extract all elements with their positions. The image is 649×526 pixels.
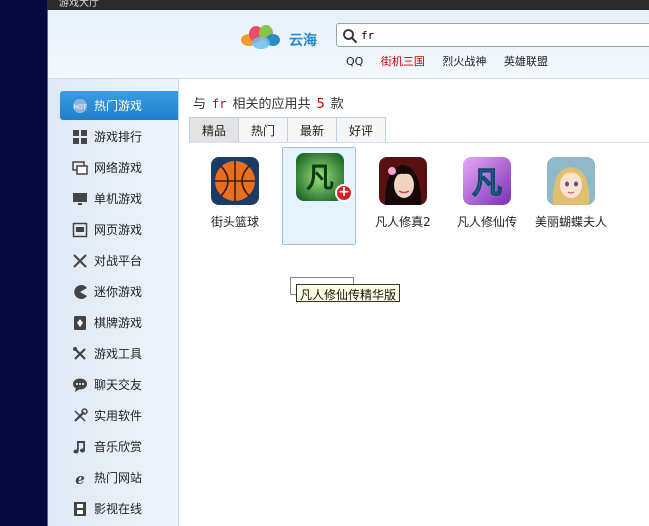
tools-icon <box>72 346 88 362</box>
result-keyword: fr <box>212 97 227 111</box>
ie-icon: e <box>72 470 88 486</box>
sidebar-item-movies-online[interactable]: 影视在线 <box>60 494 178 523</box>
app-name: 凡人修真2 <box>375 215 431 229</box>
app-window: 云海 QQ 街机三国 烈火战神 英雄联盟 HOT 热门游戏 游戏排行 网络游戏 <box>47 10 649 526</box>
sidebar-item-mini-games[interactable]: 迷你游戏 <box>60 277 178 306</box>
sidebar-item-label: 影视在线 <box>94 502 143 516</box>
sidebar-item-label: 音乐欣赏 <box>94 440 143 454</box>
sidebar-item-single-games[interactable]: 单机游戏 <box>60 184 178 213</box>
app-item-fanren-xiuzhen2[interactable]: 凡人修真2 <box>366 151 440 249</box>
window-titlebar[interactable]: 游戏大厅 <box>47 0 649 10</box>
music-icon <box>72 439 88 455</box>
cards-icon <box>72 315 88 331</box>
add-plus-icon[interactable]: + <box>335 184 353 202</box>
ranking-icon <box>72 129 88 145</box>
sidebar-item-hot-games[interactable]: HOT 热门游戏 <box>60 91 178 120</box>
basketball-icon <box>211 157 259 205</box>
app-grid: 街头篮球 凡 + 凡人修真2 凡 凡人修仙传 美丽蝴蝶夫人 <box>180 147 649 271</box>
app-item-fanren-jinghua[interactable]: 凡 + <box>282 147 356 245</box>
app-item-fanren-xiuxianzhuan[interactable]: 凡 凡人修仙传 <box>450 151 524 249</box>
hotword-qq[interactable]: QQ <box>346 55 363 68</box>
sidebar-item-music[interactable]: 音乐欣赏 <box>60 432 178 461</box>
sidebar-item-label: 游戏排行 <box>94 130 143 144</box>
crossed-swords-icon <box>72 253 88 269</box>
hotword-list: QQ 街机三国 烈火战神 英雄联盟 <box>346 53 562 69</box>
result-summary: 与 fr 相关的应用共 5 款 <box>193 93 344 112</box>
svg-text:凡: 凡 <box>306 161 334 194</box>
sidebar-item-web-games[interactable]: 网页游戏 <box>60 215 178 244</box>
tab-featured[interactable]: 精品 <box>189 117 239 143</box>
app-name: 美丽蝴蝶夫人 <box>534 215 607 229</box>
sidebar-item-chat-friends[interactable]: 聊天交友 <box>60 370 178 399</box>
tab-top-rated[interactable]: 好评 <box>336 117 386 143</box>
svg-text:HOT: HOT <box>74 104 87 111</box>
desktop-background <box>0 0 47 526</box>
sidebar-item-game-tools[interactable]: 游戏工具 <box>60 339 178 368</box>
sidebar-item-label: 聊天交友 <box>94 378 143 392</box>
tab-newest[interactable]: 最新 <box>287 117 337 143</box>
sidebar-item-label: 网络游戏 <box>94 161 143 175</box>
tab-divider <box>189 142 649 143</box>
search-input[interactable] <box>361 26 641 44</box>
app-name: 凡人修仙传 <box>456 215 517 229</box>
app-name: 街头篮球 <box>210 215 259 229</box>
header: 云海 QQ 街机三国 烈火战神 英雄联盟 <box>48 10 649 79</box>
hotword-liehuozhanshen[interactable]: 烈火战神 <box>442 55 486 68</box>
result-prefix: 与 <box>193 97 207 112</box>
logo-text: 云海 <box>289 33 317 49</box>
svg-text:e: e <box>75 470 85 486</box>
search-box[interactable] <box>336 23 649 47</box>
pacman-icon <box>72 284 88 300</box>
network-game-icon <box>72 160 88 176</box>
sidebar-item-label: 单机游戏 <box>94 192 143 206</box>
hotword-yingxionglianmeng[interactable]: 英雄联盟 <box>504 55 548 68</box>
sidebar-item-label: 对战平台 <box>94 254 143 268</box>
sidebar-item-label: 迷你游戏 <box>94 285 143 299</box>
film-icon <box>72 501 88 517</box>
result-suffix: 款 <box>330 97 344 112</box>
fanren2-portrait-icon <box>379 157 427 205</box>
sidebar-item-label: 网页游戏 <box>94 223 143 237</box>
sidebar-item-hot-websites[interactable]: e 热门网站 <box>60 463 178 492</box>
webpage-icon <box>72 222 88 238</box>
chat-icon <box>72 377 88 393</box>
svg-text:凡: 凡 <box>472 166 502 201</box>
butterfly-lady-icon <box>547 157 595 205</box>
sidebar-item-label: 实用软件 <box>94 409 143 423</box>
fanren-purple-icon: 凡 <box>463 157 511 205</box>
utility-icon <box>72 407 88 424</box>
sidebar-item-battle-platform[interactable]: 对战平台 <box>60 246 178 275</box>
tab-popular[interactable]: 热门 <box>238 117 288 143</box>
sidebar-item-label: 热门游戏 <box>94 99 143 113</box>
hotword-jiejisanguo[interactable]: 街机三国 <box>381 55 425 68</box>
app-tooltip: 凡人修仙传精华版 <box>296 284 401 302</box>
monitor-icon <box>72 191 88 207</box>
sidebar-item-network-games[interactable]: 网络游戏 <box>60 153 178 182</box>
window-title: 游戏大厅 <box>59 0 99 9</box>
sidebar-item-board-games[interactable]: 棋牌游戏 <box>60 308 178 337</box>
sidebar-item-label: 热门网站 <box>94 471 143 485</box>
tab-bar: 精品 热门 最新 好评 <box>189 117 386 143</box>
app-item-butterfly-lady[interactable]: 美丽蝴蝶夫人 <box>534 151 608 249</box>
sidebar-item-label: 游戏工具 <box>94 347 143 361</box>
search-icon[interactable] <box>342 28 358 44</box>
sidebar-item-utility-software[interactable]: 实用软件 <box>60 401 178 430</box>
app-item-street-basketball[interactable]: 街头篮球 <box>198 151 272 249</box>
hot-icon: HOT <box>72 98 88 114</box>
result-middle: 相关的应用共 <box>232 97 311 112</box>
sidebar-item-label: 棋牌游戏 <box>94 316 143 330</box>
sidebar: HOT 热门游戏 游戏排行 网络游戏 单机游戏 网页游戏 对战平台 迷你游戏 棋… <box>48 79 179 526</box>
result-count: 5 <box>316 97 325 112</box>
main-content: 与 fr 相关的应用共 5 款 精品 热门 最新 好评 街头篮球 凡 + 凡人修… <box>180 79 649 526</box>
sidebar-item-game-ranking[interactable]: 游戏排行 <box>60 122 178 151</box>
